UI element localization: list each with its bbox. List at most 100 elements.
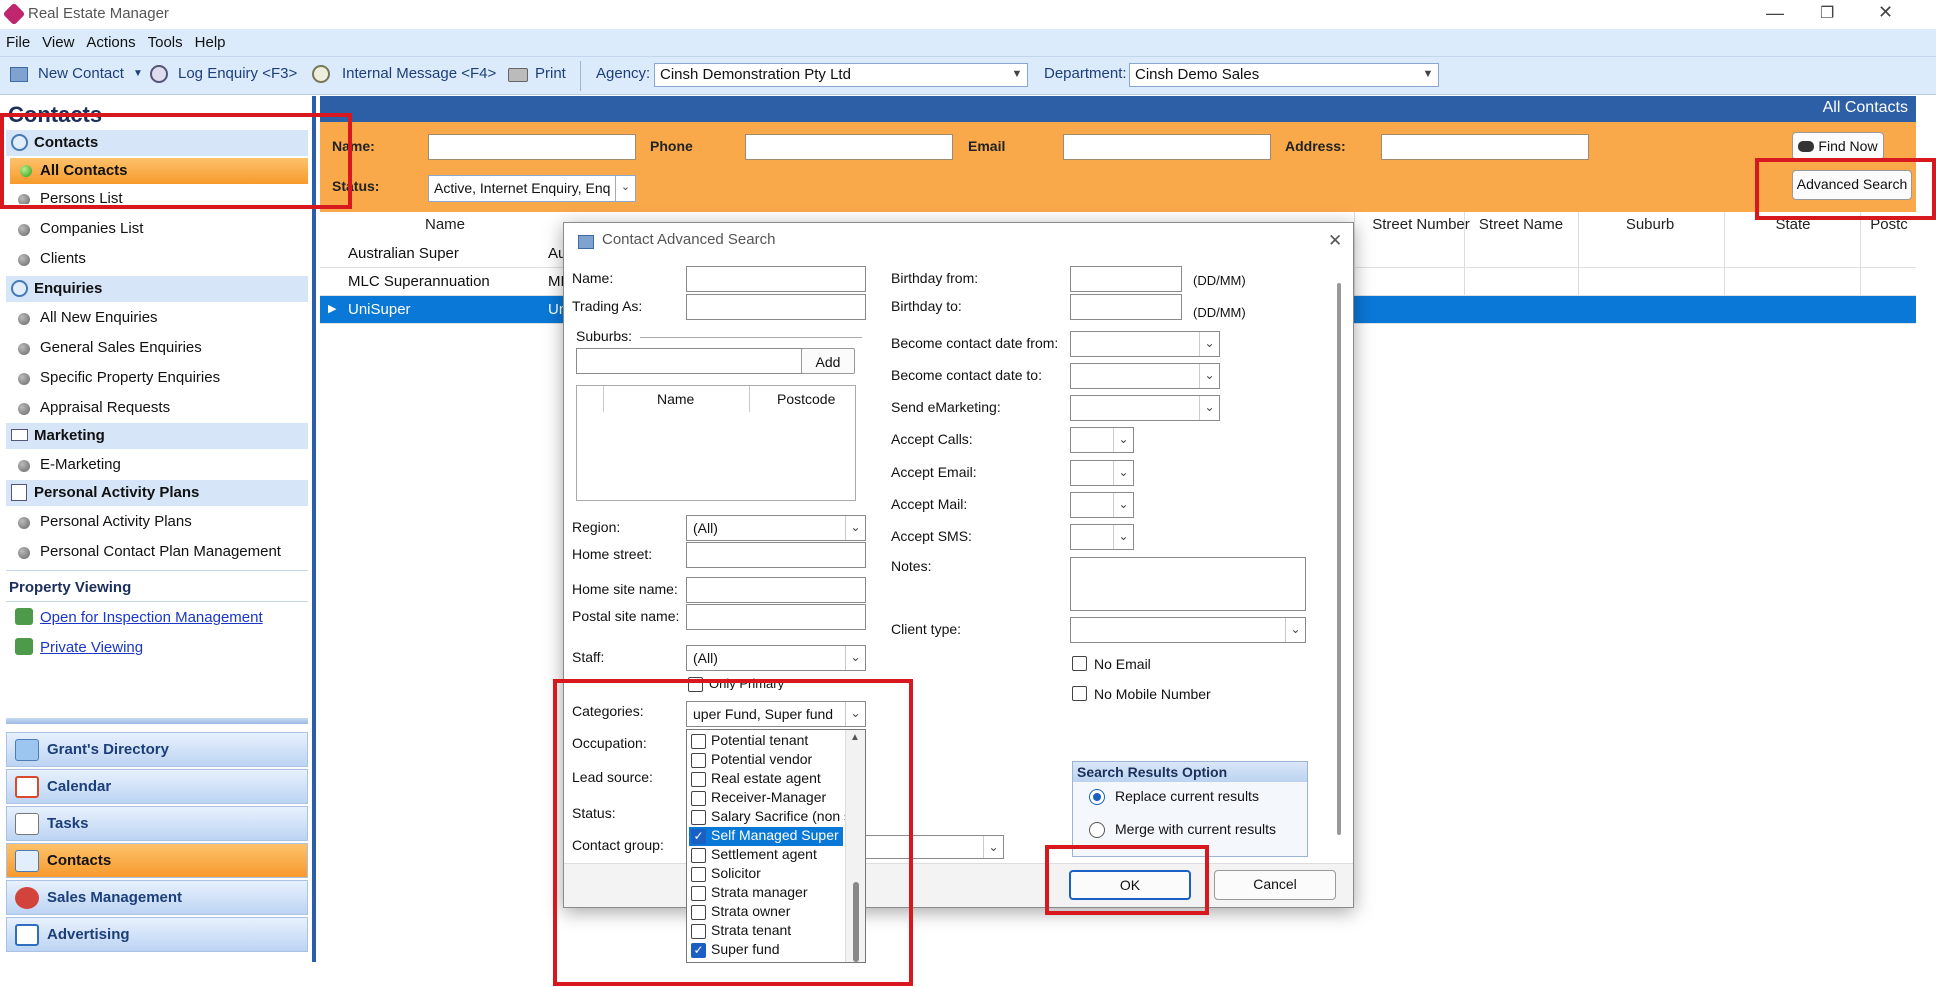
accept-calls-select[interactable]: ⌄ xyxy=(1070,427,1134,453)
birthday-from-field[interactable] xyxy=(1070,266,1182,292)
category-option[interactable]: ✓ Super fund xyxy=(689,941,865,960)
category-option[interactable]: Strata tenant xyxy=(689,922,865,941)
sidebar-item-clients[interactable]: Clients xyxy=(18,250,86,267)
send-emarketing-select[interactable]: ⌄ xyxy=(1070,395,1220,421)
postal-site-field[interactable] xyxy=(686,604,866,630)
category-option[interactable]: Solicitor xyxy=(689,865,865,884)
category-option[interactable]: Potential vendor xyxy=(689,751,865,770)
department-select[interactable]: Cinsh Demo Sales ▼ xyxy=(1129,63,1439,87)
name-search-input[interactable] xyxy=(428,134,636,160)
sidebar-item-appraisal-requests[interactable]: Appraisal Requests xyxy=(18,399,170,416)
accept-sms-select[interactable]: ⌄ xyxy=(1070,524,1134,550)
status-select[interactable]: Active, Internet Enquiry, Enq ⌄ xyxy=(428,175,636,202)
address-search-input[interactable] xyxy=(1381,134,1589,160)
log-enquiry-button[interactable]: Log Enquiry <F3> xyxy=(178,65,297,82)
category-checkbox[interactable] xyxy=(691,734,706,749)
category-option[interactable]: Strata owner xyxy=(689,903,865,922)
category-checkbox[interactable] xyxy=(691,753,706,768)
category-checkbox-checked[interactable]: ✓ xyxy=(691,943,706,958)
region-select[interactable]: (All) ⌄ xyxy=(686,515,866,541)
sidebar-item-personal-activity-plans[interactable]: Personal Activity Plans xyxy=(18,513,192,530)
notes-field[interactable] xyxy=(1070,557,1306,611)
category-checkbox[interactable] xyxy=(691,924,706,939)
category-checkbox[interactable] xyxy=(691,905,706,920)
become-contact-to-select[interactable]: ⌄ xyxy=(1070,363,1220,389)
nav-advertising[interactable]: Advertising xyxy=(6,917,308,952)
print-button[interactable]: Print xyxy=(535,65,566,82)
scrollbar-thumb[interactable] xyxy=(853,882,859,962)
nav-group-personal-activity-plans[interactable]: Personal Activity Plans xyxy=(6,480,308,506)
suburb-field[interactable] xyxy=(576,348,804,374)
dropdown-scrollbar[interactable]: ▲ xyxy=(845,730,865,962)
nav-calendar[interactable]: Calendar xyxy=(6,769,308,804)
birthday-to-field[interactable] xyxy=(1070,294,1182,320)
merge-results-radio[interactable] xyxy=(1089,822,1105,838)
category-option[interactable]: Receiver-Manager xyxy=(689,789,865,808)
splitter-handle[interactable] xyxy=(6,718,308,724)
sidebar-item-general-sales-enquiries[interactable]: General Sales Enquiries xyxy=(18,339,202,356)
category-option[interactable]: Salary Sacrifice (non su xyxy=(689,808,865,827)
category-checkbox[interactable] xyxy=(691,772,706,787)
sidebar-item-companies-list[interactable]: Companies List xyxy=(18,220,143,237)
suburbs-list[interactable]: Name Postcode xyxy=(576,385,856,501)
no-email-checkbox[interactable] xyxy=(1072,656,1087,671)
open-for-inspection-link[interactable]: Open for Inspection Management xyxy=(40,609,263,626)
category-checkbox[interactable] xyxy=(691,886,706,901)
sidebar-item-specific-property-enquiries[interactable]: Specific Property Enquiries xyxy=(18,369,220,386)
nav-tasks[interactable]: Tasks xyxy=(6,806,308,841)
category-option[interactable]: Potential tenant xyxy=(689,732,865,751)
dialog-scrollbar[interactable] xyxy=(1337,283,1341,835)
close-icon[interactable]: ✕ xyxy=(1878,2,1893,23)
minimize-icon[interactable]: — xyxy=(1766,3,1784,24)
accept-mail-select[interactable]: ⌄ xyxy=(1070,492,1134,518)
maximize-icon[interactable]: ❐ xyxy=(1820,3,1834,23)
category-checkbox-checked[interactable]: ✓ xyxy=(691,829,706,844)
column-header-suburb[interactable]: Suburb xyxy=(1580,216,1720,233)
find-now-button[interactable]: Find Now xyxy=(1792,132,1884,160)
nav-group-enquiries[interactable]: Enquiries xyxy=(6,276,308,302)
sidebar-item-e-marketing[interactable]: E-Marketing xyxy=(18,456,121,473)
category-option[interactable]: Settlement agent xyxy=(689,846,865,865)
menu-tools[interactable]: Tools xyxy=(142,29,189,51)
phone-search-input[interactable] xyxy=(745,134,953,160)
sidebar-item-all-new-enquiries[interactable]: All New Enquiries xyxy=(18,309,158,326)
private-viewing-link[interactable]: Private Viewing xyxy=(40,639,143,656)
category-checkbox[interactable] xyxy=(691,810,706,825)
category-option-highlighted[interactable]: ✓ Self Managed Super F xyxy=(689,827,843,846)
internal-message-button[interactable]: Internal Message <F4> xyxy=(342,65,496,82)
home-site-field[interactable] xyxy=(686,577,866,603)
sidebar-item-personal-contact-plan-management[interactable]: Personal Contact Plan Management xyxy=(18,543,281,560)
add-suburb-button[interactable]: Add xyxy=(801,348,855,374)
category-option[interactable]: Strata manager xyxy=(689,884,865,903)
column-header-street-name[interactable]: Street Name xyxy=(1466,216,1576,233)
new-contact-button[interactable]: New Contact xyxy=(38,65,124,82)
agency-select[interactable]: Cinsh Demonstration Pty Ltd ▼ xyxy=(654,63,1028,87)
category-checkbox[interactable] xyxy=(691,791,706,806)
accept-email-select[interactable]: ⌄ xyxy=(1070,460,1134,486)
category-option[interactable]: Real estate agent xyxy=(689,770,865,789)
nav-sales-management[interactable]: Sales Management xyxy=(6,880,308,915)
menu-file[interactable]: File xyxy=(0,29,36,51)
home-street-field[interactable] xyxy=(686,542,866,568)
category-checkbox[interactable] xyxy=(691,867,706,882)
nav-group-marketing[interactable]: Marketing xyxy=(6,423,308,449)
trading-as-field[interactable] xyxy=(686,294,866,320)
category-checkbox[interactable] xyxy=(691,848,706,863)
replace-results-radio[interactable] xyxy=(1089,789,1105,805)
new-contact-dropdown-icon[interactable]: ▼ xyxy=(133,68,143,79)
nav-grants-directory[interactable]: Grant's Directory xyxy=(6,732,308,767)
dialog-close-icon[interactable]: ✕ xyxy=(1328,231,1342,251)
email-search-input[interactable] xyxy=(1063,134,1271,160)
column-header-name[interactable]: Name xyxy=(320,216,570,233)
name-field[interactable] xyxy=(686,266,866,292)
menu-help[interactable]: Help xyxy=(189,29,232,51)
client-type-select[interactable]: ⌄ xyxy=(1070,617,1306,643)
menu-actions[interactable]: Actions xyxy=(80,29,141,51)
no-mobile-checkbox[interactable] xyxy=(1072,686,1087,701)
staff-select[interactable]: (All) ⌄ xyxy=(686,645,866,671)
nav-contacts[interactable]: Contacts xyxy=(6,843,308,878)
become-contact-from-select[interactable]: ⌄ xyxy=(1070,331,1220,357)
menu-view[interactable]: View xyxy=(36,29,80,51)
categories-dropdown-list[interactable]: Potential tenant Potential vendor Real e… xyxy=(686,729,866,963)
scroll-up-icon[interactable]: ▲ xyxy=(850,732,860,743)
